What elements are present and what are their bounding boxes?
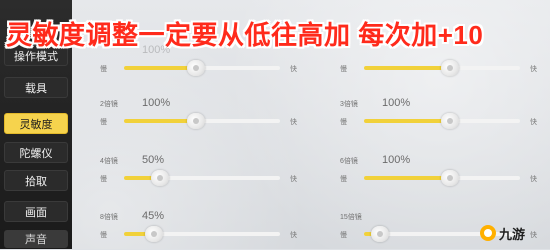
fast-label: 快 [290,232,297,239]
slider-thumb[interactable] [187,60,205,76]
slow-label: 慢 [100,232,107,239]
setting-value: 100% [142,44,171,56]
fast-label: 快 [530,176,537,183]
sensitivity-setting-3x: 3倍镜 100% 慢 快 [340,97,540,137]
sidebar-item-label: 拾取 [25,175,47,188]
slider-thumb[interactable] [441,113,459,129]
slider-thumb[interactable] [441,60,459,76]
sidebar-item-label: 灵敏度 [19,118,53,131]
sensitivity-slider[interactable] [124,170,280,186]
sidebar-item-label: 声音 [25,234,47,246]
sensitivity-slider[interactable] [364,60,520,76]
slider-thumb[interactable] [151,170,169,186]
sidebar-item-pickup[interactable]: 拾取 [4,170,68,191]
sidebar-item-label: 陀螺仪 [19,147,53,160]
sensitivity-setting-8x: 8倍镜 45% 慢 快 [100,210,300,250]
slow-label: 慢 [340,119,347,126]
setting-value: 100% [382,154,411,166]
slow-label: 慢 [340,66,347,73]
setting-value: 50% [142,154,165,166]
fast-label: 快 [530,66,537,73]
slider-thumb[interactable] [145,226,163,242]
slider-thumb[interactable] [187,113,205,129]
sensitivity-slider[interactable] [364,113,520,129]
sidebar-item-vehicle[interactable]: 载具 [4,77,68,98]
sensitivity-setting-red-dot: 慢 快 [340,46,540,84]
sensitivity-setting-6x: 6倍镜 100% 慢 快 [340,154,540,194]
slider-thumb[interactable] [371,226,389,242]
sidebar-item-graphics[interactable]: 画面 [4,201,68,222]
setting-title: 6倍镜 [340,158,358,165]
sidebar-item-sound[interactable]: 声音 [4,230,68,248]
jiuyou-logo-icon [480,225,496,241]
slow-label: 慢 [100,176,107,183]
setting-title: 15倍镜 [340,214,362,221]
setting-value: 100% [142,97,171,109]
setting-title: 4倍镜 [100,158,118,165]
setting-title: 2倍镜 [100,101,118,108]
slow-label: 慢 [340,232,347,239]
sensitivity-setting-2x: 2倍镜 100% 慢 快 [100,97,300,137]
sensitivity-slider[interactable] [124,226,280,242]
slow-label: 慢 [340,176,347,183]
sensitivity-setting-4x: 4倍镜 50% 慢 快 [100,154,300,194]
sidebar-item-gyroscope[interactable]: 陀螺仪 [4,142,68,163]
slow-label: 慢 [100,66,107,73]
slider-thumb[interactable] [441,170,459,186]
sidebar-item-label: 画面 [25,206,47,219]
fast-label: 快 [290,119,297,126]
setting-title: 8倍镜 [100,214,118,221]
site-logo: 九游 [480,223,542,243]
slider-fill [364,66,450,70]
slider-fill [364,119,450,123]
slider-fill [124,119,196,123]
fast-label: 快 [530,119,537,126]
sensitivity-setting-1x: 100% 慢 快 [100,44,300,84]
setting-value: 45% [142,210,165,222]
sidebar-item-label: 载具 [25,82,47,95]
sidebar-item-sensitivity[interactable]: 灵敏度 [4,113,68,134]
setting-title: 3倍镜 [340,101,358,108]
slow-label: 慢 [100,119,107,126]
slider-fill [364,176,450,180]
logo-text: 九游 [499,226,526,242]
fast-label: 快 [290,176,297,183]
slider-fill [124,66,196,70]
sensitivity-slider[interactable] [364,170,520,186]
sensitivity-slider[interactable] [124,60,280,76]
sensitivity-slider[interactable] [124,113,280,129]
fast-label: 快 [290,66,297,73]
setting-value: 100% [382,97,411,109]
